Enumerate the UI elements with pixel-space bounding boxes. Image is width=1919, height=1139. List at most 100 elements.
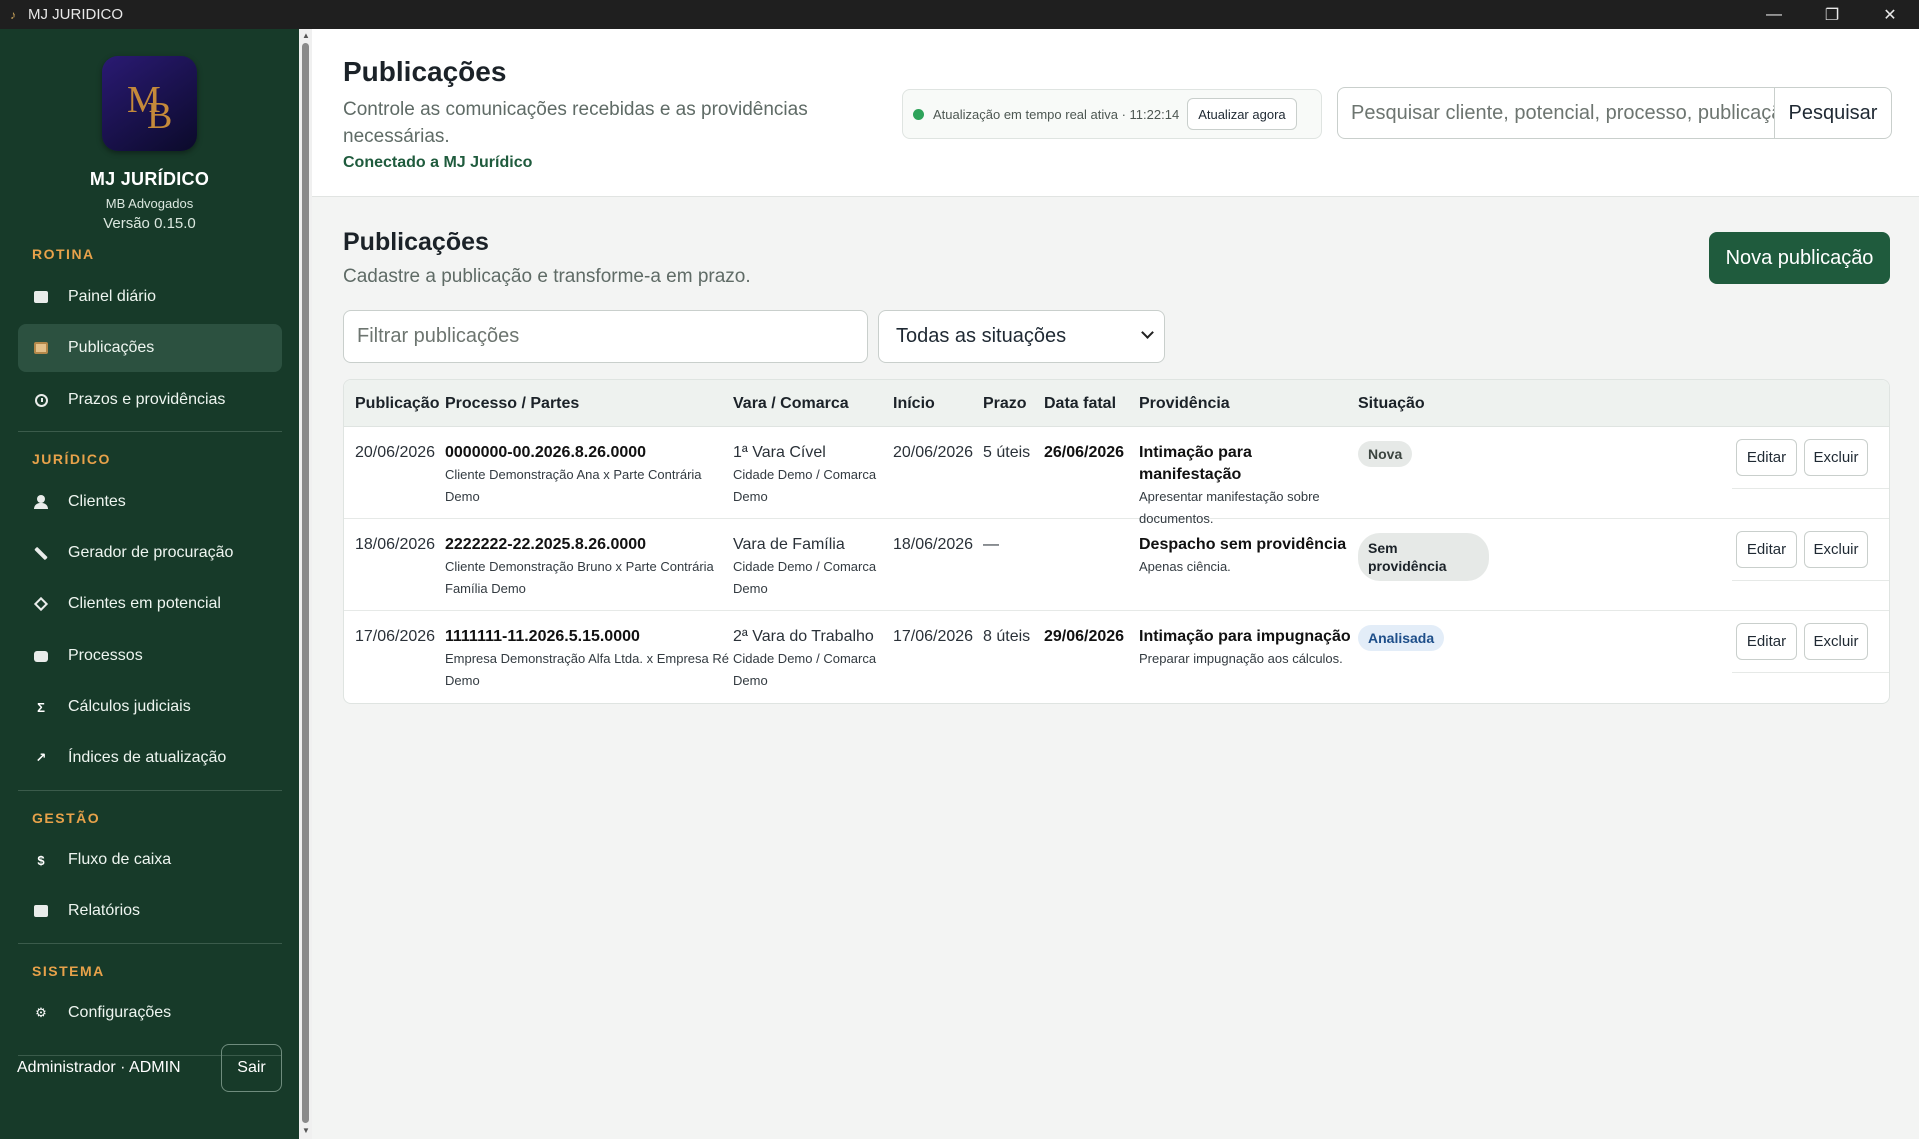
table-row[interactable]: 18/06/2026 2222222-22.2025.8.26.0000 Cli… [344,519,1889,611]
cell-publicacao: 20/06/2026 [355,444,436,461]
sigma-icon: Σ [37,699,45,715]
status-badge: Nova [1358,441,1413,467]
sidebar-item-potencial[interactable]: Clientes em potencial [18,580,282,628]
sidebar-divider [18,431,282,432]
window-titlebar: ♪ MJ JURIDICO — ❐ ✕ [0,0,1919,29]
cell-vara: Vara de Família Cidade Demo / Comarca De… [733,534,888,600]
cell-data-fatal: 29/06/2026 [1044,628,1125,645]
minimize-button[interactable]: — [1745,0,1803,29]
diamond-icon [32,595,50,613]
status-badge: Sem providência [1358,533,1489,581]
cell-data-fatal: 26/06/2026 [1044,444,1125,461]
col-inicio[interactable]: Início [893,395,935,413]
sidebar-item-configuracoes[interactable]: ⚙ Configurações [18,989,282,1037]
edit-button[interactable]: Editar [1736,439,1797,476]
sidebar: MB MJ JURÍDICO MB Advogados Versão 0.15.… [0,29,299,1139]
current-user: Administrador · ADMIN [17,1059,181,1076]
sidebar-item-label: Clientes em potencial [68,595,221,612]
document-icon [32,339,50,357]
sidebar-item-label: Publicações [68,339,155,356]
new-publication-button[interactable]: Nova publicação [1709,232,1890,284]
sidebar-item-calculos[interactable]: Σ Cálculos judiciais [18,683,282,731]
col-prazo[interactable]: Prazo [983,395,1027,413]
row-actions: Editar Excluir [1732,519,1889,581]
sidebar-item-prazos[interactable]: Prazos e providências [18,376,282,424]
table-row[interactable]: 20/06/2026 0000000-00.2026.8.26.0000 Cli… [344,427,1889,526]
action-title: Intimação para impugnação [1139,628,1351,645]
edit-button[interactable]: Editar [1736,531,1797,568]
row-actions: Editar Excluir [1732,427,1889,489]
cell-prazo: 5 úteis [983,444,1031,461]
page-header: Publicações Controle as comunicações rec… [312,29,1919,197]
col-processo[interactable]: Processo / Partes [445,395,579,413]
sidebar-item-relatorios[interactable]: Relatórios [18,887,282,935]
scrollbar-thumb[interactable] [302,43,309,1123]
person-icon [32,493,50,511]
dashboard-icon [32,288,50,306]
section-gestao: GESTÃO [32,810,101,826]
refresh-now-button[interactable]: Atualizar agora [1187,98,1297,130]
clock-icon [32,391,50,409]
logout-button[interactable]: Sair [221,1044,282,1092]
status-filter-select[interactable]: Todas as situações [878,310,1165,363]
section-title: Publicações [343,228,489,256]
status-badge: Analisada [1358,625,1445,651]
publications-table: Publicação Processo / Partes Vara / Coma… [343,379,1890,704]
folders-icon [32,647,50,665]
sidebar-item-indices[interactable]: ↗ Índices de atualização [18,734,282,782]
process-parties: Empresa Demonstração Alfa Ltda. x Empres… [445,651,729,688]
scroll-down-icon[interactable]: ▼ [302,1126,310,1135]
global-search: Pesquisar [1337,87,1892,139]
section-rotina: ROTINA [32,246,95,262]
page-subtitle: Controle as comunicações recebidas e as … [343,99,808,147]
sidebar-item-fluxo[interactable]: $ Fluxo de caixa [18,836,282,884]
court-district: Cidade Demo / Comarca Demo [733,559,877,596]
sidebar-item-procuracao[interactable]: Gerador de procuração [18,529,282,577]
edit-button[interactable]: Editar [1736,623,1797,660]
close-button[interactable]: ✕ [1861,0,1919,29]
process-parties: Cliente Demonstração Ana x Parte Contrár… [445,467,702,504]
sidebar-item-label: Prazos e providências [68,391,226,408]
sidebar-item-publicacoes[interactable]: Publicações [18,324,282,372]
sidebar-divider [18,943,282,944]
sidebar-item-painel[interactable]: Painel diário [18,273,282,321]
cell-processo: 0000000-00.2026.8.26.0000 Cliente Demons… [445,442,725,508]
search-button[interactable]: Pesquisar [1775,87,1892,139]
col-situacao[interactable]: Situação [1358,395,1425,413]
col-providencia[interactable]: Providência [1139,395,1230,413]
app-name: MJ JURÍDICO [89,169,210,189]
delete-button[interactable]: Excluir [1804,531,1868,568]
chevron-down-icon [1141,326,1154,339]
sidebar-item-label: Clientes [68,493,126,510]
connection-status: Conectado a MJ Jurídico [343,154,533,171]
sidebar-item-label: Fluxo de caixa [68,851,172,868]
delete-button[interactable]: Excluir [1804,623,1868,660]
filter-input[interactable] [343,310,868,363]
sidebar-item-processos[interactable]: Processos [18,632,282,680]
cell-vara: 1ª Vara Cível Cidade Demo / Comarca Demo [733,442,888,508]
action-description: Apenas ciência. [1139,559,1231,574]
status-dot-icon [913,108,924,120]
process-number: 0000000-00.2026.8.26.0000 [445,444,647,461]
sidebar-item-label: Relatórios [68,902,141,919]
brand: MB MJ JURÍDICO MB Advogados Versão 0.15.… [0,56,299,232]
search-input[interactable] [1337,87,1775,139]
table-row[interactable]: 17/06/2026 1111111-11.2026.5.15.0000 Emp… [344,611,1889,703]
col-publicacao[interactable]: Publicação [355,395,439,413]
court-district: Cidade Demo / Comarca Demo [733,467,877,504]
gear-icon: ⚙ [35,1005,47,1020]
col-vara[interactable]: Vara / Comarca [733,395,849,413]
maximize-button[interactable]: ❐ [1803,0,1861,29]
cell-inicio: 17/06/2026 [893,628,974,645]
col-data-fatal[interactable]: Data fatal [1044,395,1116,413]
realtime-status: Atualização em tempo real ativa · 11:22:… [902,89,1322,139]
sidebar-scrollbar[interactable]: ▲ ▼ [299,29,312,1139]
trend-up-icon: ↗ [35,750,47,765]
sidebar-divider [18,790,282,791]
scroll-up-icon[interactable]: ▲ [302,31,310,40]
cell-processo: 1111111-11.2026.5.15.0000 Empresa Demons… [445,626,730,692]
court-district: Cidade Demo / Comarca Demo [733,651,877,688]
delete-button[interactable]: Excluir [1804,439,1868,476]
cell-publicacao: 17/06/2026 [355,628,436,645]
sidebar-item-clientes[interactable]: Clientes [18,478,282,526]
